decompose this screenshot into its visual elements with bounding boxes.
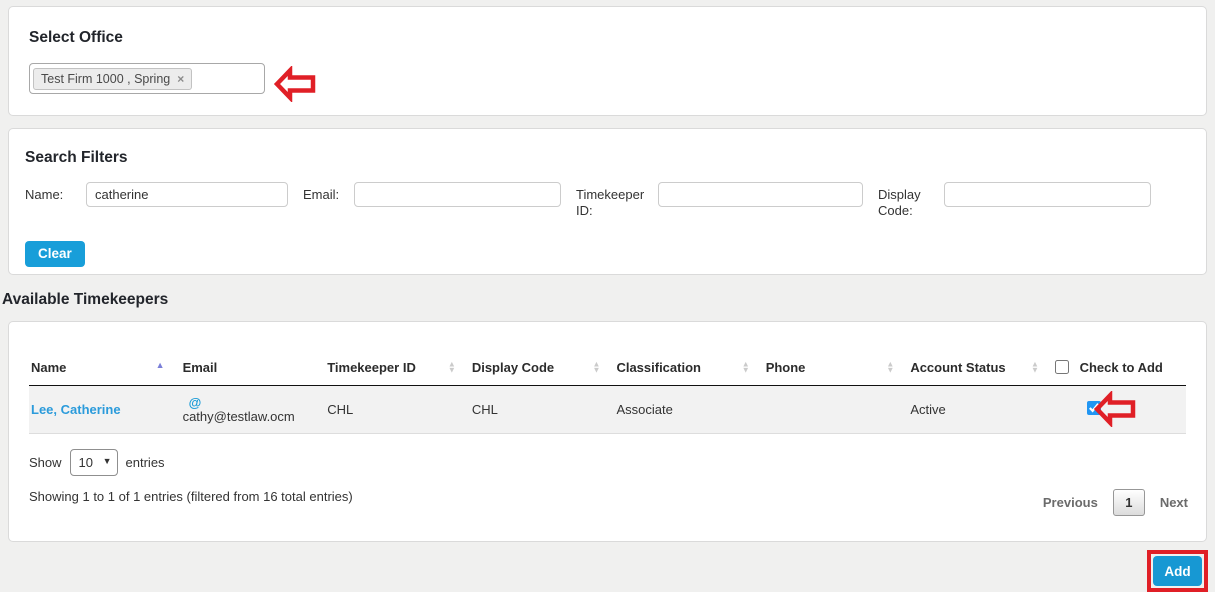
cell-email: @ cathy@testlaw.ocm xyxy=(180,385,326,434)
email-address: cathy@testlaw.ocm xyxy=(182,408,295,424)
page-size-select-wrap: 10 ▼ xyxy=(69,449,118,476)
selected-office-tag: Test Firm 1000 , Spring × xyxy=(33,67,193,90)
table-header-row: Name ▲ Email Timekeeper ID ▲ ▼ Display Co… xyxy=(29,350,1186,386)
select-office-title: Select Office xyxy=(29,29,123,46)
table-status-text: Showing 1 to 1 of 1 entries (filtered fr… xyxy=(29,489,353,504)
cell-display-code: CHL xyxy=(469,385,615,434)
column-header-timekeeper-id[interactable]: Timekeeper ID ▲ ▼ xyxy=(325,350,470,386)
cell-account-status: Active xyxy=(908,385,1053,434)
display-code-filter-label: Display Code: xyxy=(878,187,921,219)
show-label: Show xyxy=(29,455,62,470)
column-header-classification[interactable]: Classification ▲ ▼ xyxy=(614,350,764,386)
email-at-icon: @ xyxy=(188,394,202,410)
available-timekeepers-title: Available Timekeepers xyxy=(2,291,169,308)
pagination-page-1[interactable]: 1 xyxy=(1112,489,1145,516)
timekeepers-table: Name ▲ Email Timekeeper ID ▲ ▼ Display Co… xyxy=(29,350,1186,434)
sort-both-icon: ▲ ▼ xyxy=(1031,359,1039,375)
sort-both-icon: ▲ ▼ xyxy=(592,359,601,375)
search-filters-title: Search Filters xyxy=(25,149,128,166)
cell-classification: Associate xyxy=(614,385,764,434)
name-filter-input[interactable] xyxy=(86,182,288,207)
clear-button[interactable]: Clear xyxy=(25,240,85,267)
selected-office-tag-label: Test Firm 1000 , Spring xyxy=(41,71,171,86)
column-header-account-status[interactable]: Account Status ▲ ▼ xyxy=(908,350,1053,386)
select-office-card: Select Office Test Firm 1000 , Spring × xyxy=(8,6,1207,116)
timekeepers-table-card: Name ▲ Email Timekeeper ID ▲ ▼ Display Co… xyxy=(8,321,1207,542)
search-filters-card: Search Filters Name: Email: Timekeeper I… xyxy=(8,128,1207,275)
table-length-controls: Show 10 ▼ entries xyxy=(29,449,1186,476)
page-size-select[interactable]: 10 xyxy=(69,449,118,476)
pagination: Previous 1 Next xyxy=(1043,489,1188,516)
entries-label: entries xyxy=(125,455,165,470)
pagination-next[interactable]: Next xyxy=(1160,495,1188,510)
email-filter-input[interactable] xyxy=(354,182,561,207)
name-filter-label: Name: xyxy=(25,187,64,202)
timekeeper-name-link[interactable]: Lee, Catherine xyxy=(31,402,121,417)
cell-timekeeper-id: CHL xyxy=(325,385,470,434)
cell-phone xyxy=(763,385,909,434)
column-header-email: Email xyxy=(180,350,326,386)
sort-both-icon: ▲ ▼ xyxy=(447,359,456,375)
display-code-filter-input[interactable] xyxy=(944,182,1151,207)
column-header-display-code[interactable]: Display Code ▲ ▼ xyxy=(469,350,615,386)
email-filter-label: Email: xyxy=(303,187,340,202)
cell-check-to-add xyxy=(1052,385,1186,434)
sort-both-icon: ▲ ▼ xyxy=(741,359,750,375)
column-header-phone[interactable]: Phone ▲ ▼ xyxy=(763,350,909,386)
check-to-add-checkbox[interactable] xyxy=(1086,401,1101,415)
office-select-input[interactable]: Test Firm 1000 , Spring × xyxy=(29,63,265,94)
timekeeper-id-filter-input[interactable] xyxy=(658,182,863,207)
pagination-previous[interactable]: Previous xyxy=(1043,495,1098,510)
table-row: Lee, Catherine @ cathy@testlaw.ocm CHL C… xyxy=(29,385,1186,434)
sort-ascending-icon: ▲ xyxy=(155,360,165,370)
column-header-name[interactable]: Name ▲ xyxy=(29,350,181,386)
add-button[interactable]: Add xyxy=(1153,556,1202,586)
annotation-highlight-box: Add xyxy=(1147,550,1208,592)
sort-both-icon: ▲ ▼ xyxy=(886,359,895,375)
cell-name: Lee, Catherine xyxy=(29,385,181,434)
column-header-check-to-add: Check to Add xyxy=(1052,350,1186,386)
filters-row: Name: Email: Timekeeper ID: Display Code… xyxy=(25,182,1190,220)
check-all-checkbox[interactable] xyxy=(1054,360,1069,374)
remove-tag-icon[interactable]: × xyxy=(177,73,184,85)
timekeeper-id-filter-label: Timekeeper ID: xyxy=(576,187,645,219)
